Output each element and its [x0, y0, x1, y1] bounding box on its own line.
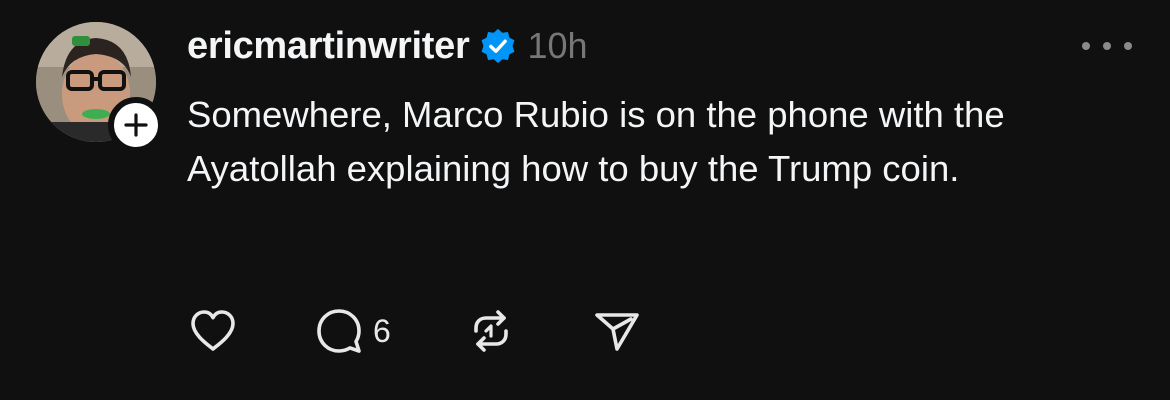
- follow-button[interactable]: [108, 97, 164, 153]
- reply-count: 6: [373, 312, 391, 349]
- more-dot: [1082, 42, 1090, 50]
- share-button[interactable]: [591, 305, 643, 357]
- repost-button[interactable]: [465, 305, 517, 357]
- reply-button[interactable]: 6: [313, 305, 391, 357]
- action-bar: 6: [187, 305, 643, 357]
- send-icon: [594, 313, 639, 351]
- like-button[interactable]: [187, 305, 239, 357]
- heart-icon: [191, 310, 235, 351]
- post-text: Somewhere, Marco Rubio is on the phone w…: [187, 94, 1005, 189]
- timestamp: 10h: [527, 25, 588, 66]
- more-dot: [1103, 42, 1111, 50]
- plus-icon: [124, 113, 148, 137]
- post-card: ericmartinwriter 10h Somewhere, Marco Ru…: [0, 0, 1170, 400]
- post-header: ericmartinwriter 10h: [187, 22, 588, 70]
- verified-badge-icon: [479, 27, 517, 65]
- repost-icon: [473, 310, 508, 352]
- username[interactable]: ericmartinwriter: [187, 25, 470, 68]
- more-dot: [1124, 42, 1132, 50]
- more-options-icon[interactable]: [1082, 32, 1132, 60]
- comment-icon: [317, 309, 361, 353]
